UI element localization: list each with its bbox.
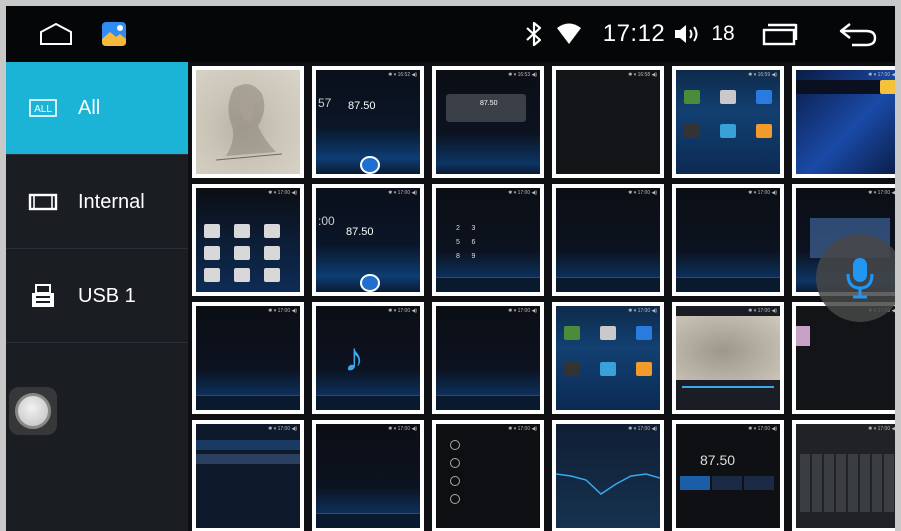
sidebar-item-label: USB 1: [78, 284, 136, 307]
thumbnail[interactable]: ✱ ▾ 17:00 ◀): [672, 302, 784, 414]
sidebar: ALL All Internal USB 1: [6, 62, 188, 531]
thumbnail[interactable]: ✱ ▾ 17:00 ◀): [192, 420, 304, 531]
usb-icon: [26, 284, 60, 308]
voice-assistant-button[interactable]: [816, 234, 895, 322]
sidebar-item-label: All: [78, 96, 101, 119]
sidebar-item-internal[interactable]: Internal: [6, 156, 188, 249]
gallery-app-icon[interactable]: [99, 6, 129, 62]
thumbnail[interactable]: ✱ ▾ 17:00 ◀): [792, 420, 895, 531]
status-bar: 17:12 18: [6, 6, 895, 62]
thumbnail[interactable]: ✱ ▾ 17:00 ◀): [312, 420, 424, 531]
volume-icon[interactable]: [670, 6, 706, 62]
thumbnail[interactable]: ✱ ▾ 17:00 ◀): [192, 302, 304, 414]
thumbnail[interactable]: ✱ ▾ 17:00 ◀) :00 87.50: [312, 184, 424, 296]
sidebar-item-label: Internal: [78, 190, 145, 213]
thumbnail[interactable]: ✱ ▾ 17:00 ◀): [432, 420, 544, 531]
home-icon[interactable]: [36, 6, 76, 62]
thumbnail[interactable]: [192, 66, 304, 178]
assistive-touch-button[interactable]: [9, 387, 57, 435]
thumbnail[interactable]: ✱ ▾ 17:00 ◀): [552, 420, 664, 531]
internal-storage-icon: [26, 190, 60, 214]
thumbnail[interactable]: ✱ ▾ 16:58 ◀): [552, 66, 664, 178]
recents-icon[interactable]: [758, 6, 802, 62]
back-icon[interactable]: [836, 6, 880, 62]
clock: 17:12: [602, 20, 666, 47]
thumbnail[interactable]: ✱ ▾ 16:53 ◀) 87.50: [432, 66, 544, 178]
thumbnail[interactable]: ✱ ▾ 17:00 ◀) 87.50: [672, 420, 784, 531]
all-icon: ALL: [26, 96, 60, 120]
thumbnail[interactable]: ✱ ▾ 17:00 ◀): [552, 302, 664, 414]
bluetooth-icon: [521, 6, 547, 62]
thumbnail[interactable]: ✱ ▾ 17:00 ◀): [672, 184, 784, 296]
thumbnail[interactable]: ✱ ▾ 17:00 ◀): [432, 302, 544, 414]
thumbnail[interactable]: ✱ ▾ 16:52 ◀) 87.50 57: [312, 66, 424, 178]
microphone-icon: [845, 256, 875, 300]
sidebar-item-usb[interactable]: USB 1: [6, 250, 188, 343]
thumbnail[interactable]: ✱ ▾ 17:00 ◀) ♪: [312, 302, 424, 414]
thumbnail-grid: ✱ ▾ 16:52 ◀) 87.50 57 ✱ ▾ 16:53 ◀) 87.50…: [190, 62, 895, 531]
svg-text:ALL: ALL: [34, 104, 52, 115]
thumbnail[interactable]: ✱ ▾ 17:00 ◀) 2 35 68 9: [432, 184, 544, 296]
screen: 17:12 18 ALL All Internal USB 1 ✱ ▾ 16:5…: [6, 6, 895, 531]
thumbnail[interactable]: ✱ ▾ 16:59 ◀): [672, 66, 784, 178]
volume-level: 18: [711, 22, 735, 45]
thumbnail[interactable]: ✱ ▾ 17:00 ◀): [792, 66, 895, 178]
sidebar-item-all[interactable]: ALL All: [6, 62, 188, 155]
thumbnail[interactable]: ✱ ▾ 17:00 ◀): [192, 184, 304, 296]
wifi-icon: [554, 6, 584, 62]
thumbnail[interactable]: ✱ ▾ 17:00 ◀): [552, 184, 664, 296]
